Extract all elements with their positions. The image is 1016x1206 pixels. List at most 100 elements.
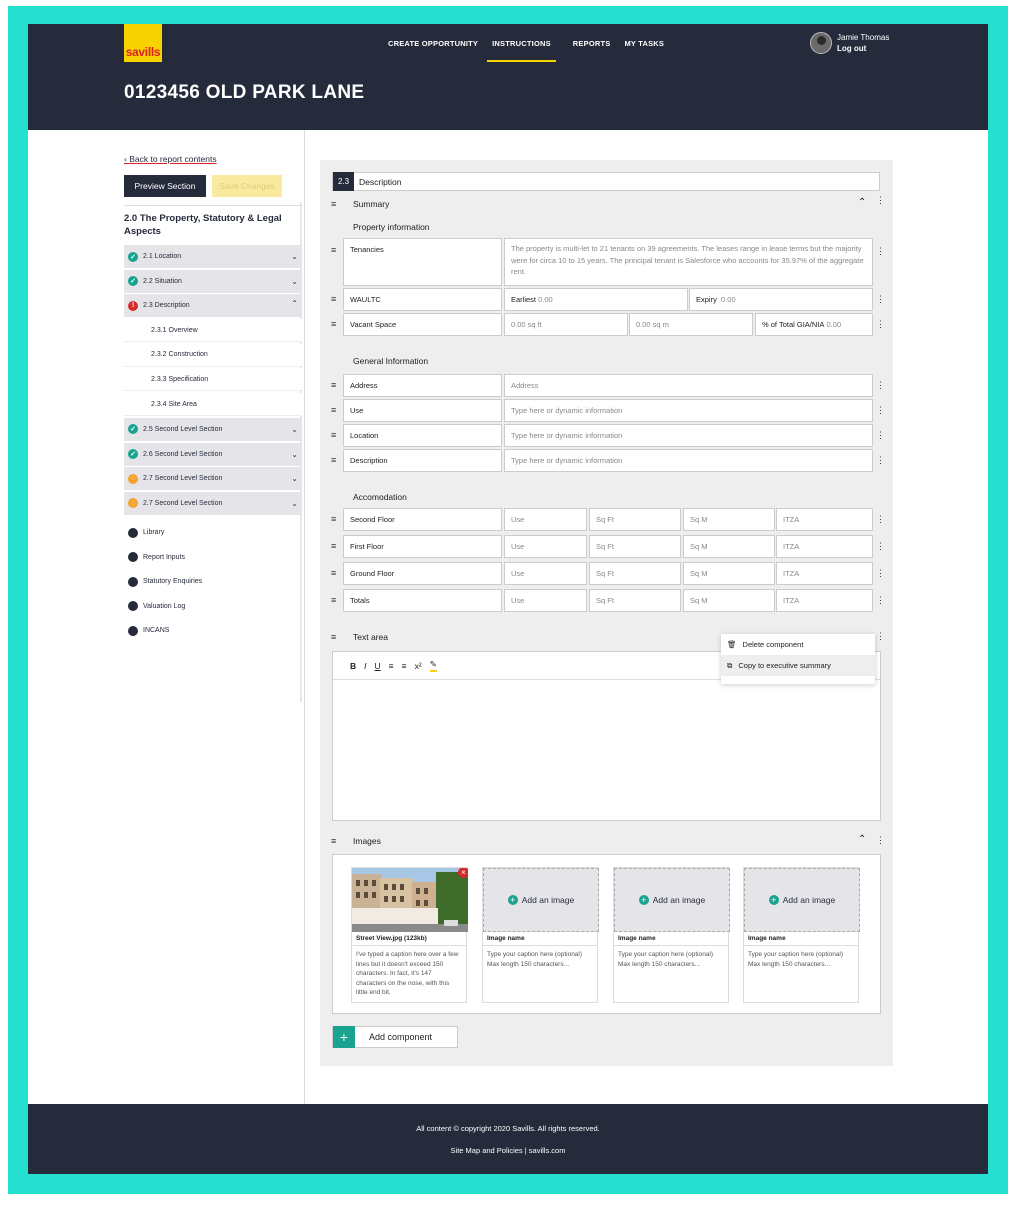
earliest-field[interactable]: Earliest 0.00: [504, 288, 688, 311]
bullet-list-button[interactable]: ≡: [402, 661, 407, 671]
sidebar-item-2-5[interactable]: ✓ 2.5 Second Level Section ⌄: [124, 417, 302, 441]
accom-sqft-field[interactable]: Sq Ft: [589, 535, 681, 558]
vacant-sqm-field[interactable]: 0.00 sq m: [629, 313, 753, 336]
sidebar-link-incans[interactable]: INCANS: [124, 619, 302, 644]
image-caption[interactable]: Type your caption here (optional) Max le…: [483, 946, 597, 973]
accom-use-field[interactable]: Use: [504, 562, 587, 585]
accom-sqm-field[interactable]: Sq M: [683, 508, 775, 531]
kebab-menu-icon[interactable]: ⋮: [876, 196, 885, 205]
vacant-sqft-field[interactable]: 0.00 sq ft: [504, 313, 628, 336]
kebab-menu-icon[interactable]: ⋮: [876, 515, 885, 524]
kebab-menu-icon[interactable]: ⋮: [876, 295, 885, 304]
drag-handle-icon[interactable]: ≡: [331, 542, 338, 551]
sidebar-subitem-construction[interactable]: 2.3.2 Construction: [124, 343, 302, 367]
expiry-field[interactable]: Expiry 0.00: [689, 288, 873, 311]
kebab-menu-icon[interactable]: ⋮: [876, 456, 885, 465]
general-row-field[interactable]: Type here or dynamic information: [504, 449, 873, 472]
image-name[interactable]: Street View.jpg (123kb): [352, 932, 466, 946]
sidebar-item-2-7b[interactable]: ◌ 2.7 Second Level Section ⌄: [124, 491, 302, 515]
collapse-icon[interactable]: ⌃: [858, 834, 866, 845]
kebab-menu-icon[interactable]: ⋮: [876, 836, 885, 845]
superscript-button[interactable]: x²: [415, 661, 422, 671]
image-name[interactable]: Image name: [744, 932, 858, 946]
drag-handle-icon[interactable]: ≡: [331, 456, 338, 465]
image-caption[interactable]: Type your caption here (optional) Max le…: [744, 946, 858, 973]
drag-handle-icon[interactable]: ≡: [331, 295, 338, 304]
drag-handle-icon[interactable]: ≡: [331, 320, 338, 329]
accom-sqm-field[interactable]: Sq M: [683, 589, 775, 612]
accom-sqft-field[interactable]: Sq Ft: [589, 508, 681, 531]
accom-itza-field[interactable]: ITZA: [776, 562, 873, 585]
accom-itza-field[interactable]: ITZA: [776, 589, 873, 612]
avatar[interactable]: [810, 32, 832, 54]
accom-use-field[interactable]: Use: [504, 535, 587, 558]
drag-handle-icon[interactable]: ≡: [331, 515, 338, 524]
delete-component-item[interactable]: 🗑 Delete component: [721, 634, 875, 655]
sidebar-link-valuation-log[interactable]: Valuation Log: [124, 594, 302, 619]
sidebar-item-2-7a[interactable]: ◌ 2.7 Second Level Section ⌄: [124, 467, 302, 491]
street-view-image[interactable]: ×: [352, 868, 468, 932]
sidebar-link-report-inputs[interactable]: Report Inputs: [124, 545, 302, 570]
add-image-button[interactable]: + Add an image: [744, 868, 860, 932]
general-row-field[interactable]: Type here or dynamic information: [504, 424, 873, 447]
accom-sqft-field[interactable]: Sq Ft: [589, 589, 681, 612]
drag-handle-icon[interactable]: ≡: [331, 381, 338, 390]
sidebar-item-location[interactable]: ✓ 2.1 Location ⌄: [124, 245, 302, 268]
copy-to-summary-item[interactable]: ⧉ Copy to executive summary: [721, 655, 875, 676]
underline-button[interactable]: U: [375, 661, 381, 671]
add-image-button[interactable]: + Add an image: [614, 868, 730, 932]
gia-field[interactable]: % of Total GIA/NIA 0.00: [755, 313, 873, 336]
accom-use-field[interactable]: Use: [504, 508, 587, 531]
preview-section-button[interactable]: Preview Section: [124, 175, 206, 197]
kebab-menu-icon[interactable]: ⋮: [876, 320, 885, 329]
kebab-menu-icon[interactable]: ⋮: [876, 406, 885, 415]
accom-itza-field[interactable]: ITZA: [776, 535, 873, 558]
drag-handle-icon[interactable]: ≡: [331, 246, 338, 255]
sidebar-subitem-site-area[interactable]: 2.3.4 Site Area: [124, 393, 302, 417]
drag-handle-icon[interactable]: ≡: [331, 837, 338, 846]
sidebar-link-library[interactable]: Library: [124, 521, 302, 546]
collapse-icon[interactable]: ⌃: [858, 197, 866, 208]
image-name[interactable]: Image name: [614, 932, 728, 946]
drag-handle-icon[interactable]: ≡: [331, 200, 338, 209]
drag-handle-icon[interactable]: ≡: [331, 596, 338, 605]
drag-handle-icon[interactable]: ≡: [331, 406, 338, 415]
accom-sqft-field[interactable]: Sq Ft: [589, 562, 681, 585]
italic-button[interactable]: I: [364, 661, 366, 671]
add-component-button[interactable]: + Add component: [332, 1026, 458, 1048]
image-caption[interactable]: I've typed a caption here over a few lin…: [352, 946, 466, 1002]
kebab-menu-icon[interactable]: ⋮: [876, 596, 885, 605]
accom-itza-field[interactable]: ITZA: [776, 508, 873, 531]
general-row-field[interactable]: Address: [504, 374, 873, 397]
nav-create-opportunity[interactable]: CREATE OPPORTUNITY: [381, 24, 485, 64]
ordered-list-button[interactable]: ≡: [389, 661, 394, 671]
sidebar-subitem-specification[interactable]: 2.3.3 Specification: [124, 368, 302, 392]
sidebar-item-2-6[interactable]: ✓ 2.6 Second Level Section ⌄: [124, 442, 302, 466]
kebab-menu-icon[interactable]: ⋮: [876, 431, 885, 440]
kebab-menu-icon[interactable]: ⋮: [876, 542, 885, 551]
drag-handle-icon[interactable]: ≡: [331, 569, 338, 578]
bold-button[interactable]: B: [350, 661, 356, 671]
add-image-button[interactable]: + Add an image: [483, 868, 599, 932]
sidebar-item-description[interactable]: ! 2.3 Description ⌃: [124, 294, 302, 318]
drag-handle-icon[interactable]: ≡: [331, 633, 338, 642]
accom-use-field[interactable]: Use: [504, 589, 587, 612]
savills-logo[interactable]: savills: [124, 24, 162, 62]
back-link[interactable]: ‹ Back to report contents: [124, 154, 302, 164]
remove-image-icon[interactable]: ×: [458, 868, 468, 878]
sidebar-link-statutory-enquiries[interactable]: Statutory Enquiries: [124, 570, 302, 595]
accom-sqm-field[interactable]: Sq M: [683, 535, 775, 558]
save-changes-button[interactable]: Save Changes: [212, 175, 282, 197]
nav-reports[interactable]: REPORTS: [566, 24, 618, 64]
sidebar-item-situation[interactable]: ✓ 2.2 Situation ⌄: [124, 269, 302, 293]
tenancies-field[interactable]: The property is multi-let to 21 tenants …: [504, 238, 873, 286]
image-name[interactable]: Image name: [483, 932, 597, 946]
logout-link[interactable]: Log out: [837, 43, 889, 54]
nav-my-tasks[interactable]: MY TASKS: [617, 24, 671, 64]
accom-sqm-field[interactable]: Sq M: [683, 562, 775, 585]
image-caption[interactable]: Type your caption here (optional) Max le…: [614, 946, 728, 973]
kebab-menu-icon[interactable]: ⋮: [876, 381, 885, 390]
footer-links[interactable]: Site Map and Policies | savills.com: [28, 1133, 988, 1155]
highlight-button[interactable]: ✎: [429, 659, 437, 672]
kebab-menu-icon[interactable]: ⋮: [876, 632, 885, 641]
